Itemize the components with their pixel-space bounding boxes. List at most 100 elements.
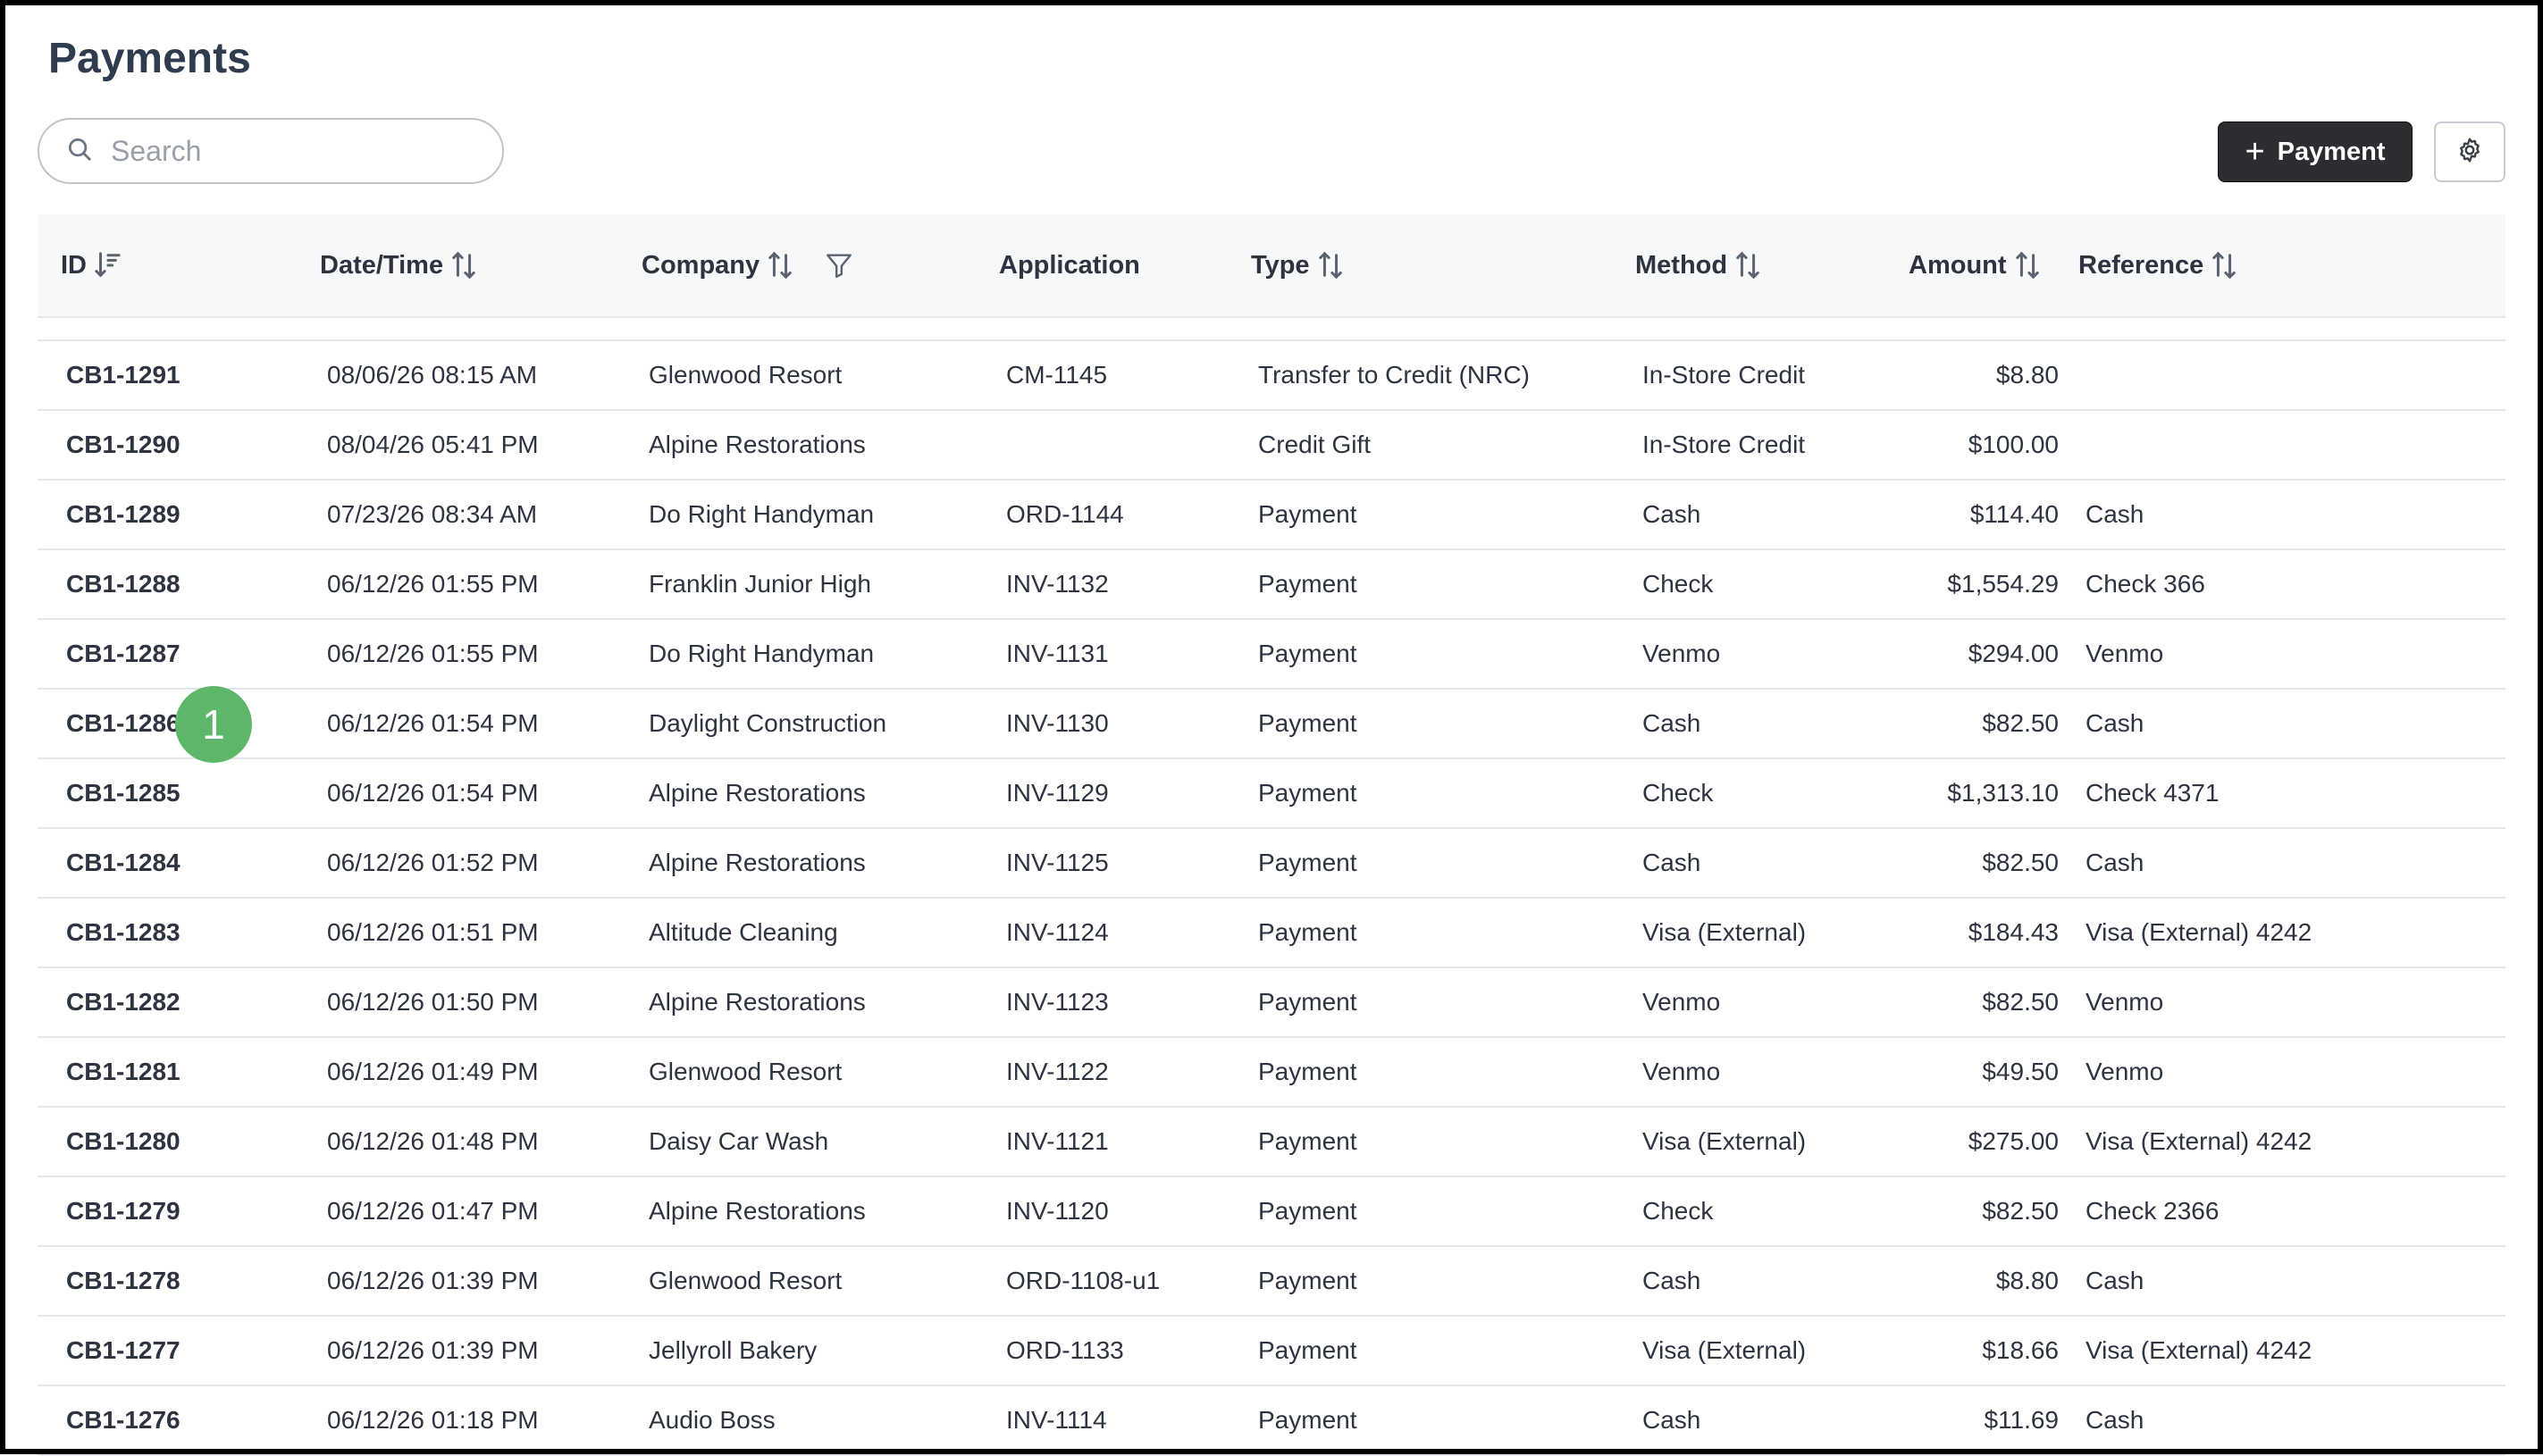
cell-method: Check — [1642, 779, 1714, 807]
cell-amount: $184.43 — [1968, 918, 2059, 946]
column-header-datetime[interactable]: Date/Time — [320, 214, 477, 316]
sort-icon[interactable] — [1317, 250, 1344, 280]
cell-datetime: 06/12/26 01:55 PM — [327, 570, 539, 598]
cell-method: Check — [1642, 1197, 1714, 1225]
cell-amount: $82.50 — [1982, 1197, 2059, 1225]
cell-datetime: 06/12/26 01:49 PM — [327, 1058, 539, 1085]
cell-id: CB1-1287 — [66, 640, 180, 667]
cell-reference: Check 4371 — [2086, 779, 2220, 807]
sort-icon[interactable] — [767, 250, 793, 280]
table-row[interactable]: CB1-1290 08/04/26 05:41 PM Alpine Restorat… — [38, 411, 2505, 481]
table-row[interactable]: CB1-1282 06/12/26 01:50 PM Alpine Restorat… — [38, 968, 2505, 1038]
cell-type: Payment — [1258, 849, 1357, 876]
cell-amount: $1,313.10 — [1947, 779, 2059, 807]
table-row[interactable]: CB1-1279 06/12/26 01:47 PM Alpine Restorat… — [38, 1177, 2505, 1247]
search-input[interactable] — [109, 133, 470, 169]
sort-icon[interactable] — [1734, 250, 1761, 280]
cell-id: CB1-1276 — [66, 1406, 180, 1434]
cell-type: Payment — [1258, 1406, 1357, 1434]
sort-icon[interactable] — [2211, 250, 2237, 280]
cell-application: CM-1145 — [1006, 361, 1108, 389]
table-row[interactable]: CB1-1285 06/12/26 01:54 PM Alpine Restorat… — [38, 759, 2505, 829]
cell-application: ORD-1144 — [1006, 500, 1124, 528]
column-header-amount[interactable]: Amount — [1909, 214, 2041, 316]
add-payment-button[interactable]: + Payment — [2218, 121, 2413, 182]
cell-company: Glenwood Resort — [649, 361, 843, 389]
table-row[interactable]: CB1-1286 06/12/26 01:54 PM Daylight Constr… — [38, 690, 2505, 759]
cell-application: INV-1120 — [1006, 1197, 1109, 1225]
cell-company: Alpine Restorations — [649, 849, 866, 876]
page-title: Payments — [48, 35, 251, 82]
search-box[interactable] — [38, 118, 504, 184]
cell-datetime: 06/12/26 01:54 PM — [327, 709, 539, 737]
cell-id: CB1-1283 — [66, 918, 180, 946]
cell-method: Venmo — [1642, 988, 1721, 1016]
cell-reference: Cash — [2086, 500, 2144, 528]
cell-amount: $100.00 — [1968, 431, 2059, 458]
cell-datetime: 06/12/26 01:55 PM — [327, 640, 539, 667]
table-row[interactable]: CB1-1284 06/12/26 01:52 PM Alpine Restorat… — [38, 829, 2505, 899]
cell-type: Transfer to Credit (NRC) — [1258, 361, 1530, 389]
table-row[interactable]: CB1-1278 06/12/26 01:39 PM Glenwood Resort… — [38, 1247, 2505, 1317]
cell-datetime: 06/12/26 01:39 PM — [327, 1267, 539, 1294]
cell-company: Glenwood Resort — [649, 1058, 843, 1085]
sort-icon[interactable] — [450, 250, 477, 280]
cell-reference: Check 2366 — [2086, 1197, 2220, 1225]
cell-type: Payment — [1258, 640, 1357, 667]
cell-reference: Visa (External) 4242 — [2086, 918, 2312, 946]
table-row[interactable]: CB1-1277 06/12/26 01:39 PM Jellyroll Baker… — [38, 1317, 2505, 1386]
cell-id: CB1-1288 — [66, 570, 180, 598]
cell-reference: Cash — [2086, 1406, 2144, 1434]
cell-reference: Venmo — [2086, 1058, 2164, 1085]
cell-type: Payment — [1258, 1127, 1357, 1155]
cell-id: CB1-1289 — [66, 500, 180, 528]
cell-reference: Check 366 — [2086, 570, 2205, 598]
cell-datetime: 06/12/26 01:52 PM — [327, 849, 539, 876]
column-header-type[interactable]: Type — [1251, 214, 1344, 316]
filter-icon[interactable] — [824, 250, 854, 280]
cell-type: Payment — [1258, 1058, 1357, 1085]
cell-id: CB1-1280 — [66, 1127, 180, 1155]
table-row[interactable]: CB1-1288 06/12/26 01:55 PM Franklin Junior… — [38, 550, 2505, 620]
table-row[interactable]: CB1-1289 07/23/26 08:34 AM Do Right Handym… — [38, 481, 2505, 550]
cell-type: Payment — [1258, 988, 1357, 1016]
cell-method: In-Store Credit — [1642, 431, 1806, 458]
cell-method: Cash — [1642, 1406, 1701, 1434]
column-header-id[interactable]: ID — [61, 214, 121, 316]
cell-company: Audio Boss — [649, 1406, 776, 1434]
sort-desc-icon[interactable] — [94, 250, 121, 280]
cell-datetime: 06/12/26 01:51 PM — [327, 918, 539, 946]
cell-datetime: 06/12/26 01:39 PM — [327, 1336, 539, 1364]
column-header-method[interactable]: Method — [1635, 214, 1761, 316]
table-row[interactable]: CB1-1283 06/12/26 01:51 PM Altitude Cleani… — [38, 899, 2505, 968]
cell-id: CB1-1284 — [66, 849, 180, 876]
cell-datetime: 06/12/26 01:18 PM — [327, 1406, 539, 1434]
cell-company: Do Right Handyman — [649, 640, 875, 667]
column-header-application: Application — [999, 250, 1140, 280]
cell-company: Franklin Junior High — [649, 570, 871, 598]
column-header-company[interactable]: Company — [642, 214, 854, 316]
cell-application: INV-1124 — [1006, 918, 1109, 946]
cell-application: INV-1114 — [1006, 1406, 1107, 1434]
table-row[interactable]: CB1-1281 06/12/26 01:49 PM Glenwood Resort… — [38, 1038, 2505, 1108]
cell-company: Do Right Handyman — [649, 500, 875, 528]
cell-amount: $114.40 — [1969, 500, 2059, 528]
cell-reference: Venmo — [2086, 640, 2164, 667]
cell-amount: $18.66 — [1982, 1336, 2059, 1364]
cell-company: Daisy Car Wash — [649, 1127, 829, 1155]
cell-application: INV-1123 — [1006, 988, 1109, 1016]
table-row[interactable]: CB1-1287 06/12/26 01:55 PM Do Right Handym… — [38, 620, 2505, 690]
cell-id: CB1-1277 — [66, 1336, 180, 1364]
cell-type: Payment — [1258, 1336, 1357, 1364]
table-row[interactable]: CB1-1291 08/06/26 08:15 AM Glenwood Resort… — [38, 341, 2505, 411]
table-row[interactable]: CB1-1280 06/12/26 01:48 PM Daisy Car Wash I… — [38, 1108, 2505, 1177]
cell-id: CB1-1282 — [66, 988, 180, 1016]
cell-application: INV-1129 — [1006, 779, 1109, 807]
table-row[interactable]: CB1-1276 06/12/26 01:18 PM Audio Boss INV-1… — [38, 1386, 2505, 1456]
cell-type: Payment — [1258, 1267, 1357, 1294]
settings-button[interactable] — [2434, 121, 2505, 182]
cell-company: Glenwood Resort — [649, 1267, 843, 1294]
cell-amount: $49.50 — [1982, 1058, 2059, 1085]
column-header-reference[interactable]: Reference — [2078, 214, 2237, 316]
sort-icon[interactable] — [2014, 250, 2041, 280]
